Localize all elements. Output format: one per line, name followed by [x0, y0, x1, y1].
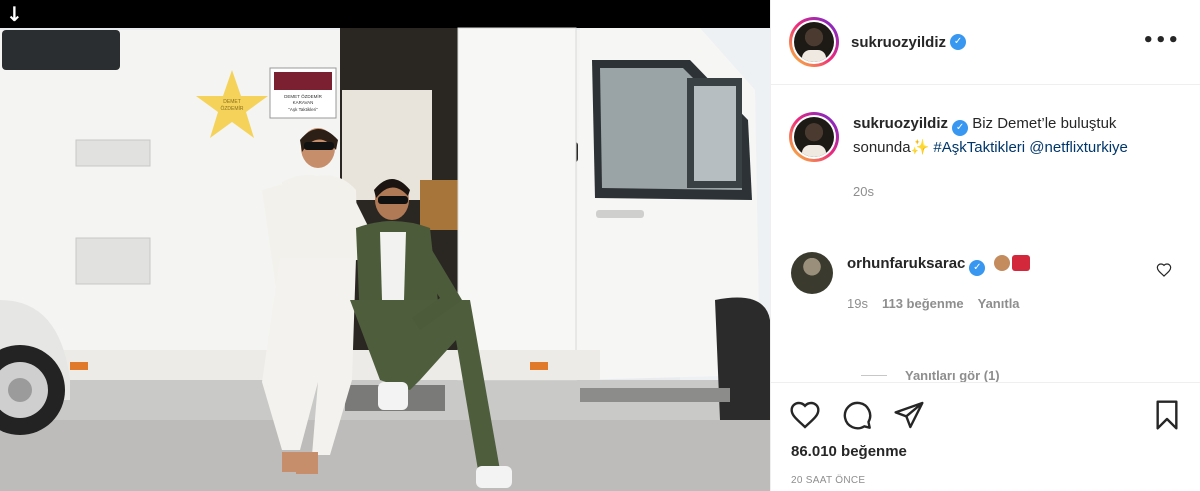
bookmark-icon[interactable]: [1151, 399, 1183, 431]
comment-heart-icon[interactable]: [1156, 262, 1172, 278]
more-options-icon[interactable]: •••: [1142, 30, 1180, 51]
mention-link[interactable]: @netflixturkiye: [1029, 139, 1128, 156]
post-photo[interactable]: DEMET ÖZDEMİR DEMET ÖZDEMİR KARAVAN "Aşk…: [0, 0, 770, 491]
avatar[interactable]: [789, 17, 839, 67]
paper-plane-icon[interactable]: [893, 399, 925, 431]
caption-avatar-image: [794, 117, 834, 157]
post-side-panel: sukruozyildiz ✓ ••• sukruozyildiz ✓ Biz D…: [770, 0, 1200, 491]
sign-text-3: "Aşk Taktikleri": [288, 107, 318, 112]
sign-text-1: DEMET ÖZDEMİR: [284, 93, 322, 99]
header-username[interactable]: sukruozyildiz: [851, 34, 946, 51]
avatar-image: [794, 22, 834, 62]
post-timestamp[interactable]: 20 SAAT ÖNCE: [791, 475, 865, 486]
like-count[interactable]: 86.010 beğenme: [791, 443, 907, 460]
hashtag-link[interactable]: #AşkTaktikleri: [933, 139, 1025, 156]
sparkles-emoji: ✨: [910, 139, 930, 156]
verified-badge-icon: ✓: [950, 34, 967, 50]
comment-verified-badge-icon: ✓: [969, 260, 986, 276]
caption-time[interactable]: 20s: [853, 180, 1173, 204]
action-bar: 86.010 beğenme 20 SAAT ÖNCE: [771, 382, 1200, 491]
post-caption: sukruozyildiz ✓ Biz Demet’le buluştuk son…: [789, 112, 1189, 204]
ok-hand-emoji-icon: [993, 255, 1010, 271]
heart-icon[interactable]: [789, 399, 821, 431]
comment-time[interactable]: 19s: [847, 292, 868, 316]
caption-avatar[interactable]: [789, 112, 839, 162]
sign-text-2: KARAVAN: [293, 100, 314, 105]
star-text-2: ÖZDEMİR: [220, 105, 243, 112]
comment-avatar[interactable]: [791, 252, 833, 294]
caption-verified-badge-icon: ✓: [952, 120, 969, 136]
download-arrow-icon[interactable]: ↓: [6, 4, 26, 24]
star-text-1: DEMET: [223, 99, 241, 105]
reply-button[interactable]: Yanıtla: [978, 292, 1020, 316]
comment-username[interactable]: orhunfaruksarac: [847, 255, 965, 272]
post-header: sukruozyildiz ✓ •••: [771, 0, 1200, 85]
photo-illustration: DEMET ÖZDEMİR DEMET ÖZDEMİR KARAVAN "Aşk…: [0, 0, 770, 491]
comment-likes[interactable]: 113 beğenme: [882, 292, 964, 316]
comment-icon[interactable]: [841, 399, 873, 431]
hundred-emoji-icon: [1011, 255, 1030, 271]
view-replies-button[interactable]: Yanıtları gör (1): [861, 368, 1000, 383]
comment: orhunfaruksarac ✓ 19s 113 beğenme Yanıtla: [791, 252, 1186, 316]
caption-username[interactable]: sukruozyildiz: [853, 115, 948, 132]
